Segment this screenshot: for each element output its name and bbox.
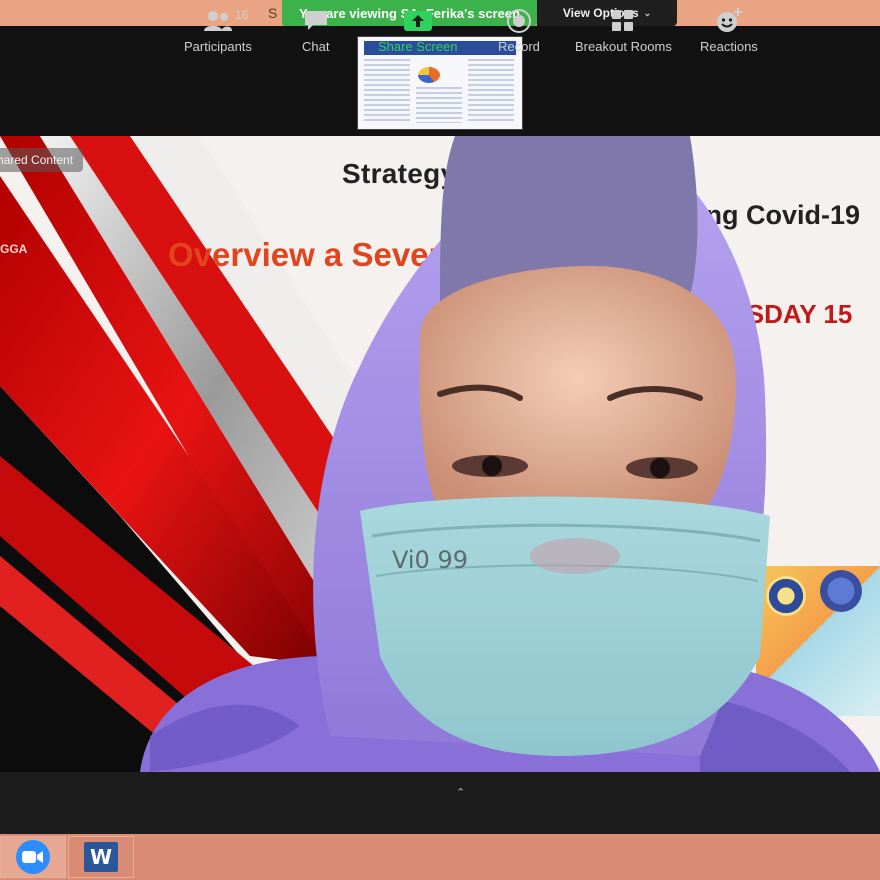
shared-content-stage: hared Content GGA Strategy of and Facult… [0,136,880,772]
word-taskbar-button[interactable]: W [68,836,134,878]
os-taskbar: W [0,834,880,880]
share-options-caret-icon[interactable]: ⌃ [456,786,465,799]
reactions-icon [714,6,744,36]
breakout-rooms-button[interactable]: Breakout Rooms [575,6,672,54]
record-label: Record [498,39,540,54]
share-screen-icon [403,6,433,36]
thumbnail-column [416,87,462,123]
record-button[interactable]: Record [498,6,540,54]
share-screen-button[interactable]: Share Screen [378,6,458,54]
meeting-toolbar [0,772,880,834]
share-screen-label: Share Screen [378,39,458,54]
participants-icon: 16 [203,6,248,36]
chat-button[interactable]: Chat [302,6,329,54]
presenter-video: Vi0 99 [140,136,880,772]
zoom-taskbar-button[interactable] [0,836,66,878]
participants-label: Participants [184,39,252,54]
participants-button[interactable]: 16 Participants [184,6,252,54]
participants-count: 16 [234,8,249,22]
thumbnail-column [468,59,514,123]
chat-label: Chat [302,39,330,54]
word-app-icon: W [84,842,118,872]
svg-text:Vi0 99: Vi0 99 [392,546,468,574]
record-icon [506,6,532,36]
reactions-label: Reactions [700,39,758,54]
reactions-button[interactable]: Reactions [700,6,758,54]
thumbnail-pie [418,67,440,83]
partial-window-title: S [268,5,278,21]
thumbnail-column [364,59,410,123]
zoom-app-icon [16,840,50,874]
chat-icon [303,6,329,36]
breakout-rooms-icon [610,6,636,36]
breakout-rooms-label: Breakout Rooms [575,39,672,54]
